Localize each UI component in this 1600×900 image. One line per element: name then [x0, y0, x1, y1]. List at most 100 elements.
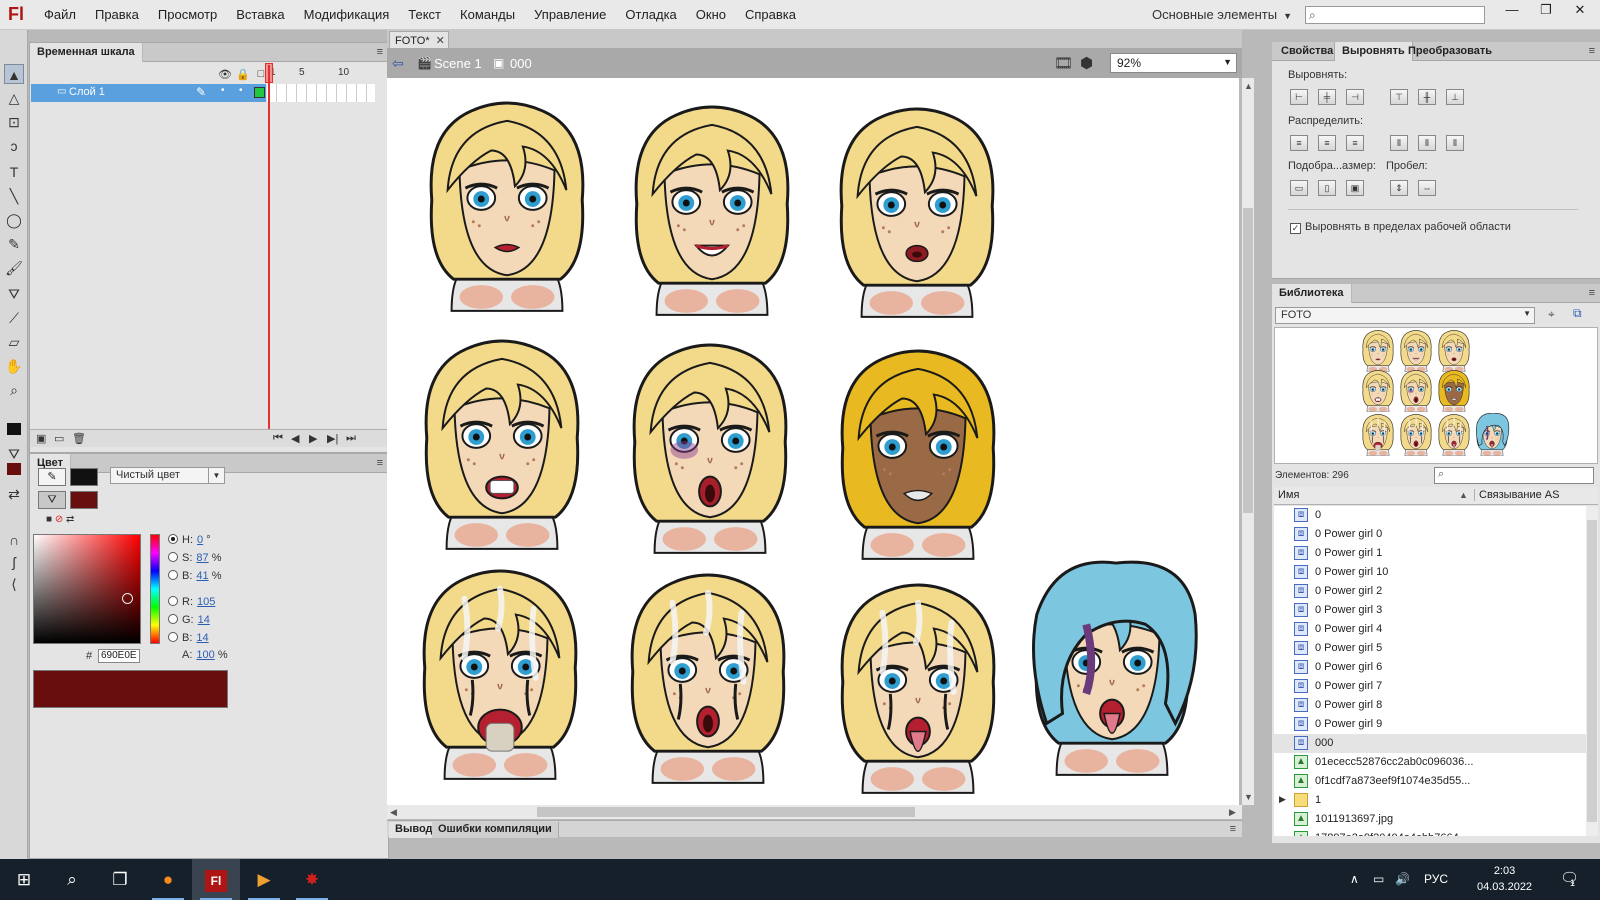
library-search-input[interactable]: ⌕ [1434, 467, 1594, 484]
hand-tool-icon[interactable]: ✋ [4, 356, 24, 376]
task-view-icon[interactable]: ❐ [96, 859, 144, 900]
oval-tool-icon[interactable]: ◯ [4, 210, 24, 230]
clock[interactable]: 2:03 04.03.2022 [1477, 863, 1532, 895]
red-param[interactable]: R: 105 [168, 596, 215, 608]
align-vcenter-icon[interactable]: ╫ [1418, 89, 1436, 105]
selection-arrow-icon[interactable]: ▲ [4, 64, 24, 84]
paint-bucket-icon[interactable]: ⛛ [4, 284, 24, 304]
pencil-tool-icon[interactable]: ✎ [4, 234, 24, 254]
scroll-thumb[interactable] [1587, 520, 1597, 822]
radio-saturation[interactable] [168, 552, 178, 562]
minimize-button[interactable]: — [1495, 0, 1529, 22]
param-value[interactable]: 87 [196, 552, 208, 564]
align-to-stage-checkbox[interactable]: ✓ Выровнять в пределах рабочей области [1290, 221, 1511, 234]
play-icon[interactable]: ▶ [309, 432, 317, 445]
panel-menu-icon[interactable]: ≡ [1589, 45, 1595, 57]
blue-param[interactable]: B: 14 [168, 632, 209, 644]
fill-color-swatch[interactable] [70, 491, 98, 509]
stroke-color-button[interactable]: ✎ [38, 468, 66, 486]
portrait-4[interactable] [407, 328, 597, 550]
green-param[interactable]: G: 14 [168, 614, 210, 626]
menu-item[interactable]: Отладка [625, 7, 676, 22]
stage-canvas[interactable] [387, 78, 1239, 805]
no-color-icon[interactable]: ⊘ [55, 514, 63, 525]
scroll-right-icon[interactable]: ▶ [1229, 807, 1236, 818]
space-vertical-icon[interactable]: ⇕ [1390, 180, 1408, 196]
volume-icon[interactable]: 🔊 [1395, 872, 1410, 886]
language-indicator[interactable]: РУС [1424, 872, 1448, 886]
radio-blue[interactable] [168, 632, 178, 642]
breadcrumb-symbol[interactable]: 000 [510, 56, 532, 71]
tab-compile-errors[interactable]: Ошибки компиляции [432, 822, 559, 838]
eye-icon[interactable]: 👁 [216, 68, 234, 81]
edit-symbol-icon[interactable]: ⬢ [1080, 54, 1093, 72]
portrait-2[interactable] [617, 94, 807, 316]
fill-color-button[interactable]: ⛛ [38, 491, 66, 509]
media-player-icon[interactable]: ▶ [240, 859, 288, 900]
expand-arrow-icon[interactable]: ▶ [1279, 794, 1286, 805]
menu-item[interactable]: Просмотр [158, 7, 217, 22]
library-item[interactable]: ▲ 01ececc52876cc2ab0c096036... [1274, 753, 1586, 772]
panel-menu-icon[interactable]: ≡ [1589, 287, 1595, 299]
brush-tool-icon[interactable]: 🖌 [4, 258, 24, 278]
free-transform-icon[interactable]: ⊡ [4, 112, 24, 132]
saturation-brightness-picker[interactable] [33, 534, 141, 644]
param-value[interactable]: 14 [196, 632, 208, 644]
delete-layer-icon[interactable]: 🗑 [72, 432, 86, 445]
tab-properties[interactable]: Свойства [1274, 42, 1340, 61]
fill-type-select[interactable]: Чистый цвет ▼ [110, 467, 225, 484]
hue-slider[interactable] [150, 534, 160, 644]
align-top-icon[interactable]: ⊤ [1390, 89, 1408, 105]
menu-item[interactable]: Текст [408, 7, 441, 22]
distribute-hcenter-icon[interactable]: ⦀ [1418, 135, 1436, 151]
new-folder-icon[interactable]: ▭ [54, 432, 64, 445]
match-height-icon[interactable]: ▯ [1318, 180, 1336, 196]
column-name[interactable]: Имя [1278, 489, 1299, 501]
timeline-tab[interactable]: Временная шкала [30, 43, 143, 62]
stage-vertical-scrollbar[interactable]: ▲ ▼ [1242, 78, 1254, 805]
align-left-icon[interactable]: ⊢ [1290, 89, 1308, 105]
library-item[interactable]: ⧈ 0 Power girl 9 [1274, 715, 1586, 734]
visibility-dot-icon[interactable]: • [221, 85, 225, 96]
library-item[interactable]: ⧈ 0 Power girl 6 [1274, 658, 1586, 677]
zoom-tool-icon[interactable]: ⌕ [4, 380, 24, 400]
eraser-icon[interactable]: ▱ [4, 332, 24, 352]
library-item[interactable]: ⧈ 0 Power girl 1 [1274, 544, 1586, 563]
distribute-vcenter-icon[interactable]: ≡ [1318, 135, 1336, 151]
windows-start-icon[interactable]: ⊞ [0, 859, 48, 900]
library-scrollbar[interactable] [1586, 506, 1598, 836]
back-arrow-icon[interactable]: ⇦ [392, 55, 404, 72]
panel-menu-icon[interactable]: ≡ [377, 46, 383, 58]
scroll-thumb[interactable] [1243, 208, 1253, 513]
step-back-icon[interactable]: ◀ [291, 432, 299, 445]
layer-row[interactable]: ▭ Слой 1 ✎ • • [31, 84, 266, 102]
distribute-left-icon[interactable]: ⦀ [1390, 135, 1408, 151]
scroll-thumb[interactable] [537, 807, 915, 817]
lock-icon[interactable]: 🔒 [234, 68, 252, 81]
close-button[interactable]: ✕ [1563, 0, 1597, 22]
param-value[interactable]: 100 [196, 649, 214, 661]
default-colors-icon[interactable]: ■ [46, 514, 52, 525]
eyedropper-icon[interactable]: ⟋ [4, 308, 24, 328]
stroke-color-tool[interactable] [4, 420, 24, 440]
tray-chevron-up-icon[interactable]: ∧ [1350, 872, 1359, 886]
portrait-8[interactable] [613, 562, 803, 784]
portrait-9[interactable] [823, 572, 1013, 794]
param-value[interactable]: 14 [198, 614, 210, 626]
match-width-icon[interactable]: ▭ [1290, 180, 1308, 196]
library-document-select[interactable]: FOTO ▼ [1275, 307, 1535, 324]
match-both-icon[interactable]: ▣ [1346, 180, 1364, 196]
distribute-bottom-icon[interactable]: ≡ [1346, 135, 1364, 151]
edit-scene-icon[interactable]: 🎞 [1054, 54, 1073, 72]
panel-menu-icon[interactable]: ≡ [377, 457, 383, 469]
new-layer-icon[interactable]: ▣ [36, 432, 46, 445]
radio-green[interactable] [168, 614, 178, 624]
menu-item[interactable]: Справка [745, 7, 796, 22]
workspace-switcher[interactable]: Основные элементы ▼ [1152, 7, 1292, 22]
library-item[interactable]: ⧈ 0 Power girl 5 [1274, 639, 1586, 658]
first-frame-icon[interactable]: ⏮ [273, 432, 283, 445]
snap-magnet-icon[interactable]: ∩ [4, 530, 24, 550]
radio-brightness[interactable] [168, 570, 178, 580]
lasso-icon[interactable]: ↄ [4, 136, 24, 156]
stroke-color-swatch[interactable] [70, 468, 98, 486]
